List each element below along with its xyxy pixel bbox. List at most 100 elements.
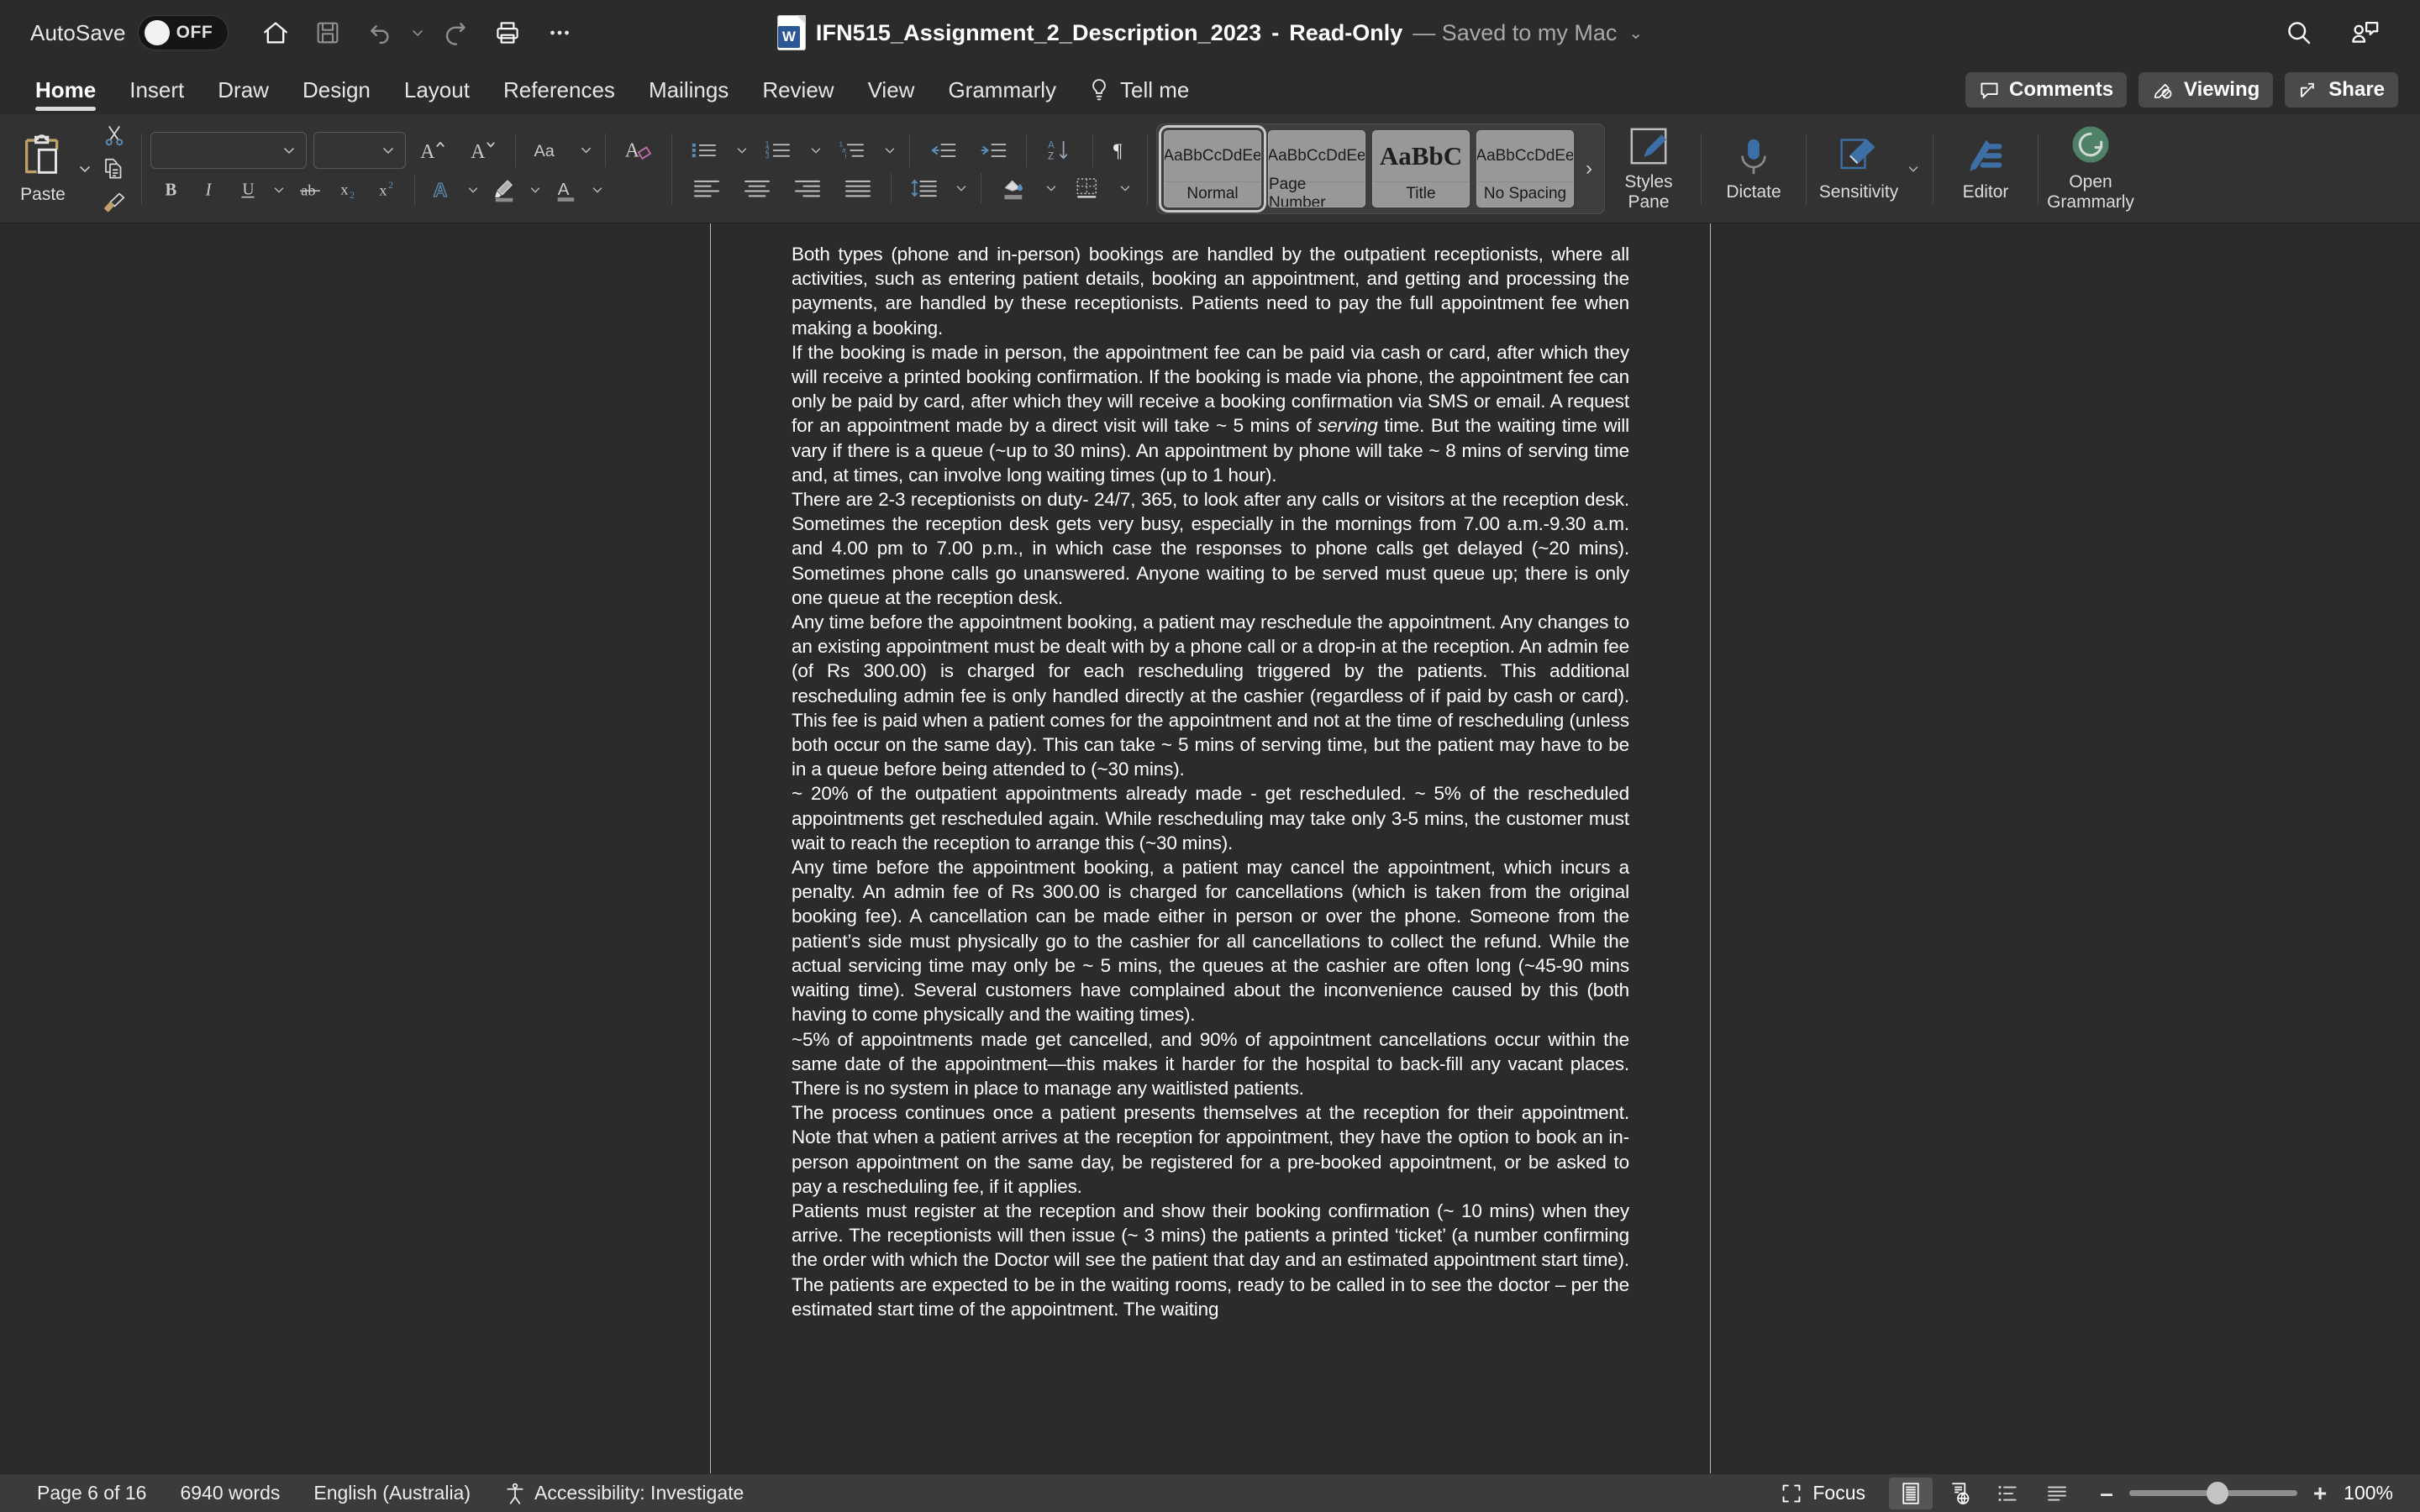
zoom-in-button[interactable]: + [2309,1480,2331,1507]
zoom-control[interactable]: – + 100% [2084,1480,2400,1507]
multilevel-list-icon[interactable]: 1ai [829,134,877,166]
font-name-chevron-down-icon[interactable] [281,142,297,159]
align-center-icon[interactable] [733,172,781,204]
font-size-chevron-down-icon[interactable] [380,142,397,159]
tab-home[interactable]: Home [18,66,113,114]
print-layout-view-button[interactable] [1889,1477,1933,1509]
text-effects-icon[interactable]: A [424,174,460,206]
viewing-mode-button[interactable]: Viewing [2139,72,2274,108]
document-page[interactable]: Both types (phone and in-person) booking… [711,223,1711,1473]
shrink-font-icon[interactable]: A [458,134,507,166]
zoom-slider-handle[interactable] [2207,1482,2228,1504]
line-spacing-icon[interactable] [900,172,949,204]
align-right-icon[interactable] [783,172,832,204]
tab-review[interactable]: Review [745,66,850,114]
subscript-button[interactable]: x2 [330,174,367,206]
word-count[interactable]: 6940 words [163,1482,297,1504]
open-grammarly-button[interactable]: Open Grammarly [2047,119,2134,218]
style-no-spacing[interactable]: AaBbCcDdEe No Spacing [1476,129,1574,207]
borders-chevron-down-icon[interactable] [1114,181,1136,196]
paste-button[interactable]: Paste [12,119,74,218]
editor-button[interactable]: Editor [1942,119,2029,218]
style-normal[interactable]: AaBbCcDdEe Normal [1159,124,1266,213]
italic-button[interactable]: I [191,174,228,206]
zoom-slider[interactable] [2129,1482,2297,1504]
sensitivity-button[interactable]: Sensitivity [1815,119,1902,218]
strikethrough-button[interactable]: ab [292,174,329,206]
decrease-indent-icon[interactable] [918,134,967,166]
bullets-icon[interactable] [681,134,729,166]
show-formatting-marks-icon[interactable]: ¶ [1102,134,1139,166]
draft-view-button[interactable] [2035,1478,2079,1509]
highlight-color-icon[interactable] [486,174,523,206]
document-body[interactable]: Both types (phone and in-person) booking… [792,223,1629,1321]
tell-me-button[interactable]: Tell me [1073,66,1204,114]
tab-insert[interactable]: Insert [113,66,201,114]
styles-pane-button[interactable]: Styles Pane [1605,119,1692,218]
underline-chevron-down-icon[interactable] [268,182,290,197]
justify-icon[interactable] [834,172,882,204]
tab-design[interactable]: Design [286,66,387,114]
zoom-level-label[interactable]: 100% [2343,1482,2400,1504]
sort-icon[interactable]: AZ [1035,134,1084,166]
language-indicator[interactable]: English (Australia) [297,1482,487,1504]
search-icon[interactable] [2274,8,2324,57]
numbering-chevron-down-icon[interactable] [805,143,827,158]
multilevel-chevron-down-icon[interactable] [879,143,901,158]
style-title[interactable]: AaBbC Title [1372,129,1470,207]
clear-formatting-icon[interactable]: A [614,134,663,166]
highlight-chevron-down-icon[interactable] [524,182,546,197]
document-canvas[interactable]: Both types (phone and in-person) booking… [0,223,2420,1473]
styles-gallery-more-icon[interactable]: › [1581,157,1597,181]
more-icon[interactable] [534,8,585,57]
redo-icon[interactable] [430,8,481,57]
change-case-icon[interactable]: Aa [524,134,573,166]
collaborators-icon[interactable] [2339,8,2390,57]
dictate-button[interactable]: Dictate [1710,119,1797,218]
undo-icon[interactable] [355,8,405,57]
line-spacing-chevron-down-icon[interactable] [950,181,972,196]
change-case-chevron-down-icon[interactable] [575,142,597,158]
sensitivity-chevron-down-icon[interactable] [1902,161,1924,176]
superscript-button[interactable]: x2 [369,174,406,206]
font-color-icon[interactable]: A [548,174,585,206]
font-color-chevron-down-icon[interactable] [587,182,608,197]
style-page-number[interactable]: AaBbCcDdEe Page Number [1268,129,1365,207]
tab-references[interactable]: References [487,66,632,114]
autosave-toggle[interactable]: OFF [137,15,229,50]
format-painter-icon[interactable] [96,186,133,218]
bold-button[interactable]: B [152,174,189,206]
text-effects-chevron-down-icon[interactable] [462,182,484,197]
copy-icon[interactable] [96,153,133,185]
save-icon[interactable] [302,8,353,57]
title-chevron-down-icon[interactable]: ⌄ [1628,23,1643,44]
shading-chevron-down-icon[interactable] [1040,181,1062,196]
home-icon[interactable] [250,8,301,57]
undo-chevron-icon[interactable] [407,24,429,41]
bullets-chevron-down-icon[interactable] [731,143,753,158]
paste-chevron-down-icon[interactable] [74,160,96,177]
borders-icon[interactable] [1064,172,1113,204]
tab-view[interactable]: View [851,66,932,114]
tab-mailings[interactable]: Mailings [632,66,745,114]
increase-indent-icon[interactable] [969,134,1018,166]
underline-button[interactable]: U [229,174,266,206]
shading-icon[interactable] [990,172,1039,204]
comments-button[interactable]: Comments [1965,72,2128,108]
print-icon[interactable] [482,8,533,57]
numbering-icon[interactable]: 123 [755,134,803,166]
align-left-icon[interactable] [682,172,731,204]
font-size-input[interactable] [313,131,406,169]
tab-layout[interactable]: Layout [387,66,487,114]
cut-icon[interactable] [96,119,133,151]
web-layout-view-button[interactable] [1938,1478,1981,1509]
font-name-input[interactable] [150,131,307,169]
accessibility-status[interactable]: Accessibility: Investigate [487,1482,760,1505]
focus-button[interactable]: Focus [1762,1482,1884,1504]
zoom-out-button[interactable]: – [2096,1480,2118,1507]
outline-view-button[interactable] [1986,1478,2030,1509]
page-indicator[interactable]: Page 6 of 16 [20,1482,163,1504]
share-button[interactable]: Share [2285,72,2398,108]
grow-font-icon[interactable]: A [408,134,456,166]
tab-grammarly[interactable]: Grammarly [931,66,1073,114]
